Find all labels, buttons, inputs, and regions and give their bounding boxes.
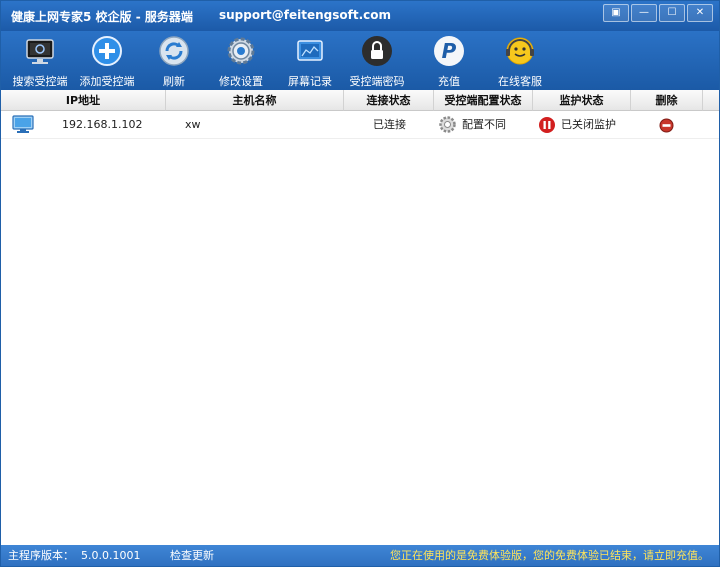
monitor-search-icon — [26, 39, 54, 64]
screen-record-button[interactable]: 屏幕记录 — [275, 34, 345, 88]
paypal-icon: P — [434, 36, 464, 66]
check-update-link[interactable]: 检查更新 — [170, 545, 214, 566]
toolbar-label: 充值 — [438, 75, 460, 88]
search-clients-button[interactable]: 搜索受控端 — [5, 34, 75, 88]
toolbar-label: 搜索受控端 — [12, 75, 68, 88]
menu-button[interactable]: ▣ — [603, 4, 629, 22]
online-support-button[interactable]: 在线客服 — [485, 34, 555, 88]
support-email[interactable]: support@feitengsoft.com — [219, 8, 391, 22]
cell-monitor-status: 已关闭监护 — [561, 118, 616, 131]
config-gear-icon — [439, 116, 456, 133]
computer-icon — [12, 115, 34, 133]
toolbar-label: 在线客服 — [498, 75, 542, 88]
add-client-button[interactable]: 添加受控端 — [72, 34, 142, 88]
table-row[interactable]: 192.168.1.102 xw 已连接 配置不同 已关闭监护 — [1, 111, 719, 139]
minimize-button[interactable]: — — [631, 4, 657, 22]
title-bar[interactable]: 健康上网专家5 校企版 - 服务器端 support@feitengsoft.c… — [1, 1, 719, 31]
toolbar-label: 添加受控端 — [79, 75, 135, 88]
toolbar-label: 刷新 — [163, 75, 185, 88]
version-number: 5.0.0.1001 — [81, 549, 141, 562]
cell-config-status: 配置不同 — [462, 118, 506, 131]
refresh-icon — [159, 36, 189, 66]
column-header-monitor-status[interactable]: 监护状态 — [533, 90, 631, 111]
cell-ip: 192.168.1.102 — [62, 118, 143, 131]
cell-hostname: xw — [185, 118, 201, 131]
trial-warning[interactable]: 您正在使用的是免费体验版，您的免费体验已结束，请立即充值。 — [390, 545, 709, 566]
window-controls: ▣ — ☐ ✕ — [603, 4, 713, 22]
version-label: 主程序版本： — [8, 549, 74, 562]
add-circle-icon — [92, 36, 122, 66]
support-headset-icon — [506, 37, 534, 65]
cell-connection-status: 已连接 — [373, 118, 406, 131]
column-header-hostname[interactable]: 主机名称 — [166, 90, 344, 111]
toolbar: 搜索受控端 添加受控端 刷新 修改设置 屏幕记录 受控端密码 P 充值 在线客服 — [1, 31, 719, 90]
svg-text:P: P — [442, 39, 457, 63]
status-bar: 主程序版本： 5.0.0.1001 检查更新 您正在使用的是免费体验版，您的免费… — [1, 545, 719, 566]
column-header-config-status[interactable]: 受控端配置状态 — [434, 90, 533, 111]
close-button[interactable]: ✕ — [687, 4, 713, 22]
recharge-button[interactable]: P 充值 — [414, 34, 484, 88]
toolbar-label: 屏幕记录 — [288, 75, 332, 88]
column-header-filler — [703, 90, 719, 111]
toolbar-label: 修改设置 — [219, 75, 263, 88]
column-header-ip[interactable]: IP地址 — [1, 90, 166, 111]
toolbar-label: 受控端密码 — [349, 75, 405, 88]
app-window: 健康上网专家5 校企版 - 服务器端 support@feitengsoft.c… — [0, 0, 720, 567]
lock-icon — [362, 36, 392, 66]
column-header-connection[interactable]: 连接状态 — [344, 90, 434, 111]
pause-stop-icon[interactable] — [538, 116, 556, 134]
window-title: 健康上网专家5 校企版 - 服务器端 — [11, 10, 193, 24]
delete-icon[interactable] — [659, 118, 674, 133]
maximize-button[interactable]: ☐ — [659, 4, 685, 22]
column-header-delete[interactable]: 删除 — [631, 90, 703, 111]
screen-record-icon — [297, 40, 323, 61]
settings-button[interactable]: 修改设置 — [206, 34, 276, 88]
gear-icon — [227, 37, 255, 65]
refresh-button[interactable]: 刷新 — [139, 34, 209, 88]
client-password-button[interactable]: 受控端密码 — [342, 34, 412, 88]
